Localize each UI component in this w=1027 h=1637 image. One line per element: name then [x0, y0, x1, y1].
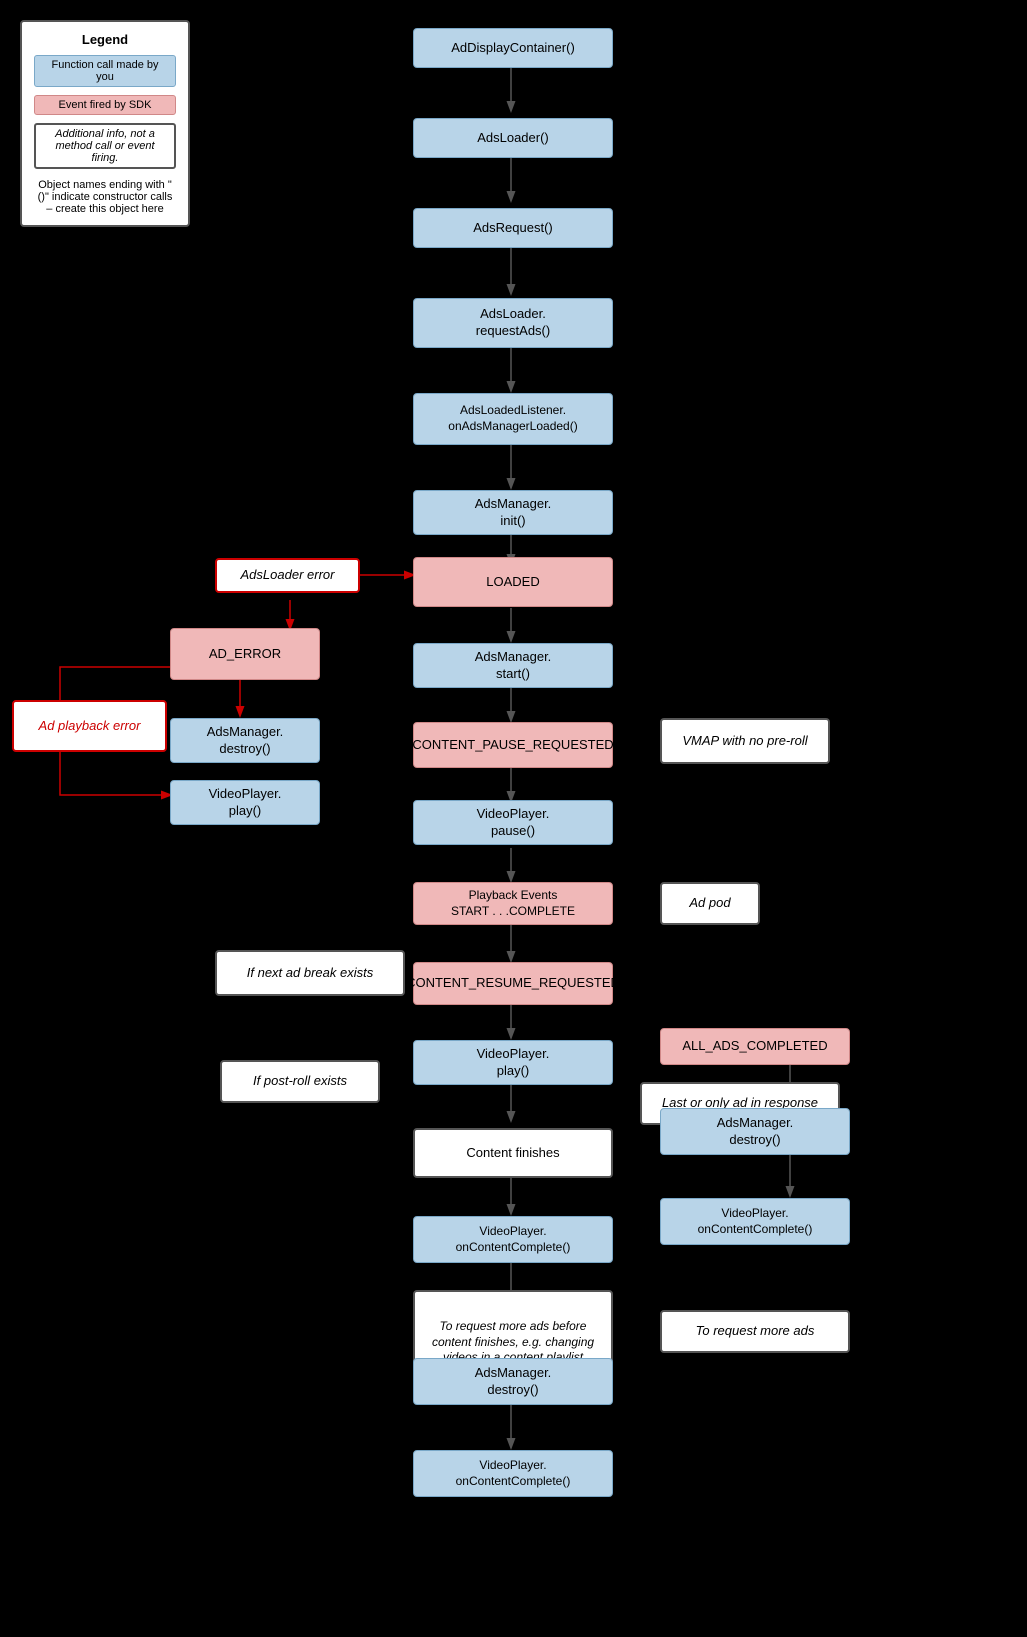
box-ads-request: AdsRequest() — [413, 208, 613, 248]
box-ads-manager-destroy-2: AdsManager. destroy() — [660, 1108, 850, 1155]
box-vmap-no-preroll: VMAP with no pre-roll — [660, 718, 830, 764]
box-ad-display-container: AdDisplayContainer() — [413, 28, 613, 68]
box-content-pause-requested: CONTENT_PAUSE_REQUESTED — [413, 722, 613, 768]
box-video-player-play-1: VideoPlayer. play() — [170, 780, 320, 825]
legend-event-fired: Event fired by SDK — [34, 95, 176, 117]
box-if-next-ad-break: If next ad break exists — [215, 950, 405, 996]
legend-pink-box: Event fired by SDK — [34, 95, 176, 115]
legend-title: Legend — [34, 32, 176, 47]
box-ads-loaded-listener: AdsLoadedListener. onAdsManagerLoaded() — [413, 393, 613, 445]
box-video-player-on-content-complete-1: VideoPlayer. onContentComplete() — [413, 1216, 613, 1263]
box-ads-manager-start: AdsManager. start() — [413, 643, 613, 688]
box-playback-events: Playback Events START . . .COMPLETE — [413, 882, 613, 925]
box-video-player-play-2: VideoPlayer. play() — [413, 1040, 613, 1085]
box-if-post-roll: If post-roll exists — [220, 1060, 380, 1103]
box-ad-playback-error: Ad playback error — [12, 700, 167, 752]
box-ads-loader-request: AdsLoader. requestAds() — [413, 298, 613, 348]
legend-blue-box: Function call made by you — [34, 55, 176, 87]
box-content-finishes: Content finishes — [413, 1128, 613, 1178]
box-all-ads-completed-right: ALL_ADS_COMPLETED — [660, 1028, 850, 1065]
box-loaded: LOADED — [413, 557, 613, 607]
box-to-request-more-ads-label: To request more ads — [660, 1310, 850, 1353]
legend-white-box: Additional info, not a method call or ev… — [34, 123, 176, 169]
box-video-player-on-content-complete-3: VideoPlayer. onContentComplete() — [413, 1450, 613, 1497]
box-ads-manager-destroy-1: AdsManager. destroy() — [170, 718, 320, 763]
legend-function-call: Function call made by you — [34, 55, 176, 89]
box-adsloader-error: AdsLoader error — [215, 558, 360, 593]
box-ads-loader: AdsLoader() — [413, 118, 613, 158]
box-video-player-pause: VideoPlayer. pause() — [413, 800, 613, 845]
legend-additional-info: Additional info, not a method call or ev… — [34, 123, 176, 171]
box-ads-manager-destroy-3: AdsManager. destroy() — [413, 1358, 613, 1405]
box-video-player-on-content-complete-2: VideoPlayer. onContentComplete() — [660, 1198, 850, 1245]
box-ad-pod: Ad pod — [660, 882, 760, 925]
box-ad-error: AD_ERROR — [170, 628, 320, 680]
box-ads-manager-init: AdsManager. init() — [413, 490, 613, 535]
legend-note: Object names ending with "()" indicate c… — [34, 179, 176, 215]
diagram-container: Legend Function call made by you Event f… — [0, 0, 1027, 1637]
box-content-resume-requested: CONTENT_RESUME_REQUESTED — [413, 962, 613, 1005]
legend: Legend Function call made by you Event f… — [20, 20, 190, 227]
